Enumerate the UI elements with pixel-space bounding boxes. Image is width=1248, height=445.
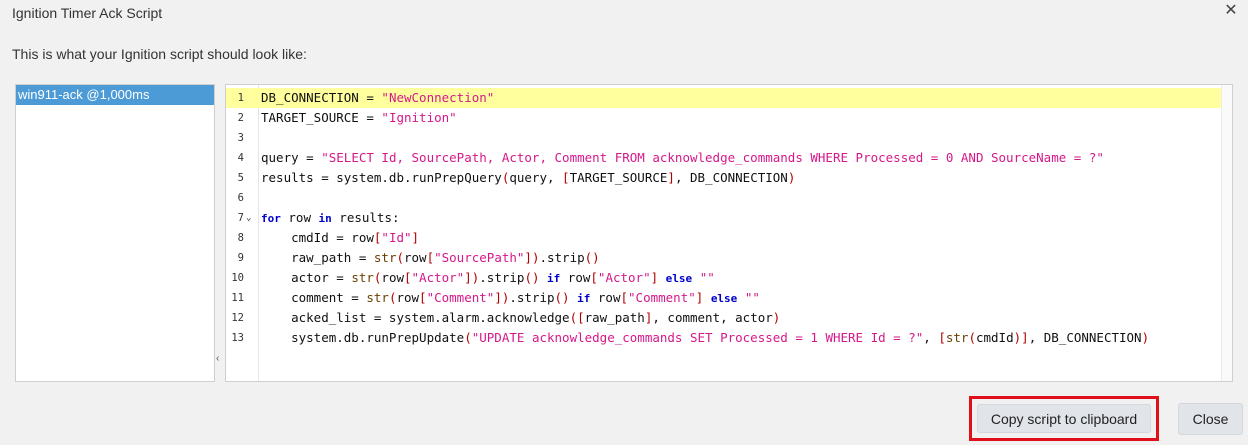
line-number: 12: [231, 312, 244, 324]
line-number: 3: [237, 132, 244, 144]
code-line: 7 ⌄ for row in results:: [226, 208, 1232, 228]
close-icon[interactable]: ✕: [1222, 2, 1240, 20]
collapse-arrow-icon[interactable]: ‹: [216, 354, 219, 364]
line-number: 2: [237, 112, 244, 124]
code-editor[interactable]: 1 DB_CONNECTION = "NewConnection" 2 TARGET…: [225, 84, 1233, 382]
line-number: 5: [237, 172, 244, 184]
code-line: 10 actor = str(row["Actor"]).strip() if …: [226, 268, 1232, 288]
line-number: 11: [231, 292, 244, 304]
code-line: 4 query = "SELECT Id, SourcePath, Actor, …: [226, 148, 1232, 168]
line-number: 9: [237, 252, 244, 264]
copy-script-button[interactable]: Copy script to clipboard: [977, 404, 1151, 433]
code-line: 6: [226, 188, 1232, 208]
splitter[interactable]: [216, 84, 224, 382]
close-button[interactable]: Close: [1178, 403, 1243, 435]
code-line: 12 acked_list = system.alarm.acknowledge…: [226, 308, 1232, 328]
code-line: 11 comment = str(row["Comment"]).strip()…: [226, 288, 1232, 308]
code-line: 8 cmdId = row["Id"]: [226, 228, 1232, 248]
highlight-box: Copy script to clipboard: [969, 396, 1159, 441]
line-number: 8: [237, 232, 244, 244]
code-line: 3: [226, 128, 1232, 148]
line-number: 1: [237, 92, 244, 104]
dialog-title: Ignition Timer Ack Script: [12, 5, 163, 21]
line-number: 10: [231, 272, 244, 284]
line-number: 7: [237, 212, 244, 224]
line-number: 13: [231, 332, 244, 344]
dialog-subtitle: This is what your Ignition script should…: [12, 46, 307, 62]
script-list-item[interactable]: win911-ack @1,000ms: [16, 85, 214, 105]
code-line: 5 results = system.db.runPrepQuery(query,…: [226, 168, 1232, 188]
script-list: win911-ack @1,000ms: [15, 84, 215, 382]
code-line: 2 TARGET_SOURCE = "Ignition": [226, 108, 1232, 128]
code-line: 9 raw_path = str(row["SourcePath"]).stri…: [226, 248, 1232, 268]
code-area[interactable]: 1 DB_CONNECTION = "NewConnection" 2 TARGET…: [226, 88, 1232, 348]
chevron-down-icon[interactable]: ⌄: [246, 208, 251, 228]
code-line: 1 DB_CONNECTION = "NewConnection": [226, 88, 1232, 108]
code-line: 13 system.db.runPrepUpdate("UPDATE ackno…: [226, 328, 1232, 348]
line-number: 4: [237, 152, 244, 164]
line-number: 6: [237, 192, 244, 204]
vertical-scrollbar[interactable]: [1221, 85, 1232, 381]
